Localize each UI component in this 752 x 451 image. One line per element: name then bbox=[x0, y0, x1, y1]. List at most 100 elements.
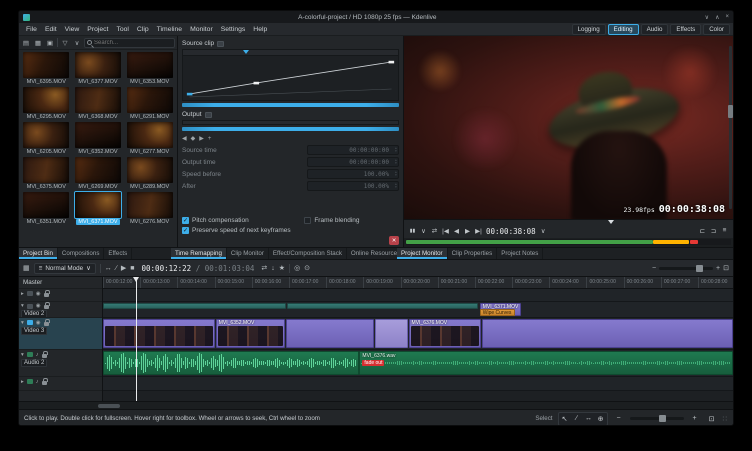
field-input-after[interactable]: 100.00% ▴ ▾ bbox=[307, 181, 399, 191]
track-header-video1-active[interactable]: ▾ ◉ Video 3 bbox=[19, 318, 102, 350]
field-input-speed-before[interactable]: 100.00% ▴ ▾ bbox=[307, 169, 399, 179]
play-icon[interactable]: ▶ bbox=[464, 227, 471, 235]
source-zone-bar[interactable] bbox=[182, 103, 399, 107]
checkbox-pitch-compensation[interactable]: ✓ Pitch compensation bbox=[182, 217, 300, 224]
monitor-video-area[interactable]: 23.98fps 00:00:38:08 bbox=[404, 36, 733, 219]
monitor-timecode[interactable]: 00:00:38:08 bbox=[486, 227, 536, 236]
timeline-playhead[interactable] bbox=[132, 277, 139, 401]
workspace-color[interactable]: Color bbox=[703, 23, 730, 35]
tab-project-notes[interactable]: Project Notes bbox=[497, 248, 544, 259]
maximize-icon[interactable]: ∧ bbox=[715, 14, 719, 21]
chevron-down-icon[interactable]: ▾ bbox=[21, 352, 24, 358]
minimize-icon[interactable]: ∨ bbox=[705, 14, 709, 21]
menu-edit[interactable]: Edit bbox=[41, 25, 61, 34]
spinner-icon[interactable]: ▴ ▾ bbox=[395, 158, 397, 166]
spacer-tool-icon[interactable]: ↔ bbox=[583, 413, 595, 425]
view-icons-icon[interactable]: ▦ bbox=[33, 37, 43, 48]
chevron-down-icon[interactable]: ▾ bbox=[21, 303, 24, 309]
video-clip[interactable] bbox=[374, 319, 408, 348]
tab-clip-properties[interactable]: Clip Properties bbox=[448, 248, 498, 259]
bin-clip[interactable]: MVI_6371.MOV bbox=[73, 191, 124, 225]
resize-grip-icon[interactable]: ∷ bbox=[723, 415, 728, 423]
tab-clip-monitor[interactable]: Clip Monitor bbox=[227, 248, 269, 259]
zone-in-icon[interactable]: ⊏ bbox=[699, 227, 706, 235]
field-input-source-time[interactable]: 00:00:00:00 ▴ ▾ bbox=[307, 145, 399, 155]
tab-effect-composition-stack[interactable]: Effect/Composition Stack bbox=[269, 248, 347, 259]
lane-video1[interactable]: MVI_6352.MOV MVI_6376.MOV bbox=[103, 318, 733, 350]
tab-project-monitor[interactable]: Project Monitor bbox=[397, 248, 448, 259]
play-icon[interactable]: ▶ bbox=[121, 264, 126, 272]
zoom-out-icon[interactable]: − bbox=[652, 265, 656, 272]
track-header-audio2-collapsed[interactable]: ▸ ♪ bbox=[19, 377, 102, 391]
spinner-icon[interactable]: ▴ ▾ bbox=[395, 182, 397, 190]
menu-help[interactable]: Help bbox=[249, 25, 271, 34]
bin-clip[interactable]: MVI_6352.MOV bbox=[73, 122, 124, 155]
output-ruler[interactable] bbox=[182, 120, 399, 125]
track-header-video2[interactable]: ▾ ◉ Video 2 bbox=[19, 302, 102, 318]
monitor-menu-icon[interactable]: ≡ bbox=[721, 227, 728, 235]
video-clip[interactable] bbox=[103, 319, 216, 348]
video-clip[interactable] bbox=[481, 319, 733, 348]
bin-clip[interactable]: MVI_6351.MOV bbox=[21, 192, 72, 225]
select-tool-icon[interactable]: ↖ bbox=[559, 413, 571, 425]
zoom-slider[interactable] bbox=[659, 264, 714, 272]
lock-icon[interactable] bbox=[43, 302, 50, 309]
filter-icon[interactable]: ▽ bbox=[60, 37, 70, 48]
tab-online-resources[interactable]: Online Resources bbox=[347, 248, 397, 259]
timeline-ruler[interactable]: 00:00:12:00 00:00:13:00 00:00:14:00 00:00:1… bbox=[103, 277, 733, 289]
bin-clip[interactable]: MVI_6276.MOV bbox=[124, 192, 175, 225]
track-tag[interactable] bbox=[26, 291, 33, 296]
menu-view[interactable]: View bbox=[61, 25, 84, 34]
delete-icon[interactable]: ✕ bbox=[389, 236, 399, 245]
close-icon[interactable]: × bbox=[725, 14, 729, 21]
zoom-out-icon[interactable]: − bbox=[613, 413, 625, 425]
audio-clip[interactable]: MVI_6376.wav fade out bbox=[359, 351, 733, 375]
chevron-down-icon[interactable]: ∨ bbox=[420, 227, 427, 235]
bin-clip[interactable]: MVI_6353.MOV bbox=[124, 52, 175, 85]
go-end-icon[interactable]: ▶| bbox=[475, 227, 482, 235]
video-clip[interactable] bbox=[286, 303, 479, 309]
output-zone-bar[interactable] bbox=[182, 127, 399, 131]
bin-clip[interactable]: MVI_6291.MOV bbox=[124, 87, 175, 120]
razor-tool-icon[interactable]: ∕ bbox=[116, 265, 117, 272]
field-input-output-time[interactable]: 00:00:00:00 ▴ ▾ bbox=[307, 157, 399, 167]
insert-zone-icon[interactable]: ↓ bbox=[271, 265, 275, 272]
track-name[interactable]: Video 3 bbox=[21, 327, 48, 335]
bin-clip[interactable]: MVI_6377.MOV bbox=[73, 52, 124, 85]
scrollbar-handle[interactable] bbox=[97, 404, 120, 408]
timeline-empty-area[interactable] bbox=[103, 391, 733, 401]
zone-out-icon[interactable]: ⊐ bbox=[710, 227, 717, 235]
chevron-right-icon[interactable]: ▸ bbox=[21, 291, 24, 297]
mute-track-icon[interactable]: ♪ bbox=[36, 379, 39, 385]
menu-project[interactable]: Project bbox=[83, 25, 112, 34]
track-name[interactable]: Video 2 bbox=[21, 310, 48, 317]
video-clip[interactable] bbox=[103, 303, 286, 309]
add-keyframe-icon[interactable]: ◆ bbox=[191, 135, 196, 142]
wipe-composition[interactable]: Wipe Curves bbox=[479, 309, 515, 316]
add-folder-icon[interactable]: ▣ bbox=[45, 37, 55, 48]
menu-monitor[interactable]: Monitor bbox=[186, 25, 217, 34]
track-tag[interactable] bbox=[26, 320, 33, 325]
track-header-video3-collapsed[interactable]: ▸ ◉ bbox=[19, 289, 102, 302]
checkbox-preserve-speed-of-next-keyframes[interactable]: ✓ Preserve speed of next keyframes bbox=[182, 227, 300, 234]
pause-icon[interactable]: ▮▮ bbox=[409, 228, 416, 234]
titlebar[interactable]: A-colorful-project / HD 1080p 25 fps — K… bbox=[19, 11, 733, 23]
search-box[interactable] bbox=[84, 37, 175, 48]
remap-keyframe-graph[interactable] bbox=[182, 49, 399, 101]
zoom-in-icon[interactable]: + bbox=[689, 413, 701, 425]
workspace-effects[interactable]: Effects bbox=[670, 23, 702, 35]
mute-track-icon[interactable]: ♪ bbox=[36, 352, 39, 358]
menu-file[interactable]: File bbox=[22, 25, 41, 34]
timeline-scrollbar[interactable] bbox=[19, 401, 733, 409]
menu-timeline[interactable]: Timeline bbox=[153, 25, 186, 34]
edit-mode-dropdown[interactable]: ≡ Normal Mode ∨ bbox=[33, 262, 96, 274]
zoom-in-icon[interactable]: + bbox=[716, 265, 720, 272]
bin-clip[interactable]: MVI_6395.MOV bbox=[21, 52, 72, 85]
zoom-handle[interactable] bbox=[695, 264, 703, 272]
stop-icon[interactable]: ■ bbox=[130, 265, 134, 272]
spinner-icon[interactable]: ▴ ▾ bbox=[395, 170, 397, 178]
video-clip[interactable]: MVI_6352.MOV bbox=[215, 319, 286, 348]
lock-icon[interactable] bbox=[41, 377, 48, 385]
record-icon[interactable]: ⊙ bbox=[304, 264, 310, 272]
bin-clip[interactable]: MVI_6277.MOV bbox=[124, 122, 175, 155]
